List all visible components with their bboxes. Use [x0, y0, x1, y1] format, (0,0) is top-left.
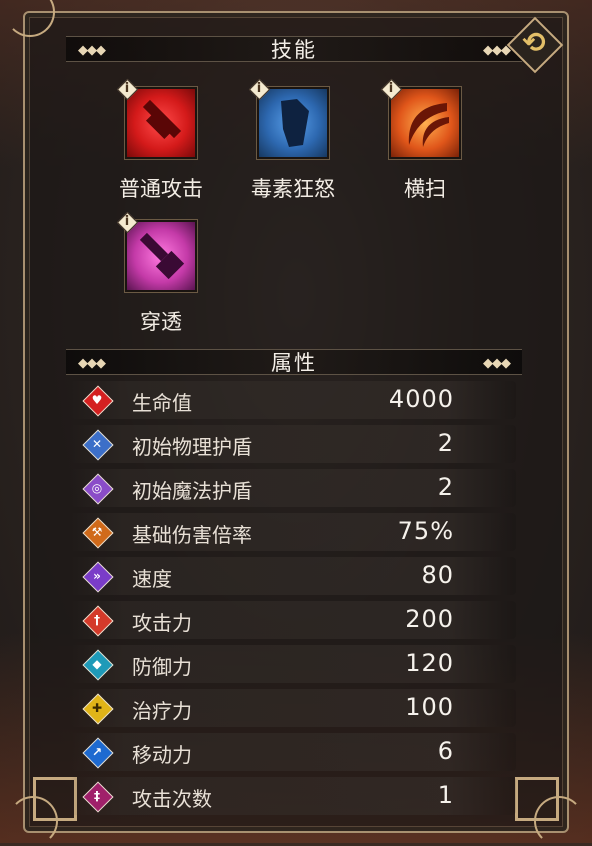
swap-arrows-icon: ⟲ [522, 26, 546, 59]
decor-dots-icon: ◆◆◆ [78, 356, 106, 371]
attr-value: 200 [405, 605, 454, 633]
attr-name: 初始物理护盾 [132, 435, 252, 459]
skill-sweep[interactable]: i 横扫 [370, 78, 480, 203]
skill-info-icon[interactable]: i [116, 78, 139, 101]
skill-normal-attack[interactable]: i 普通攻击 [106, 78, 216, 203]
decor-dots-icon: ◆◆◆ [78, 43, 106, 58]
magic-shield-icon: ◎ [82, 473, 114, 505]
attr-name: 治疗力 [132, 699, 192, 723]
skill-label: 横扫 [404, 177, 446, 201]
pierce-hammer-icon: i [116, 211, 197, 292]
attr-name: 移动力 [132, 743, 192, 767]
swap-button[interactable]: ⟲ [506, 16, 564, 74]
skill-label: 穿透 [140, 310, 182, 334]
attr-row-attack-count: ‡ 攻击次数 1 [70, 777, 516, 815]
attr-value: 80 [421, 561, 454, 589]
heart-icon: ♥ [82, 385, 114, 417]
game-background: ◆◆◆ 技能 ◆◆◆ ⟲ i 普通攻击 i 毒素狂怒 i 横扫 i 穿透 ◆◆◆… [0, 0, 592, 846]
sweep-glyph [408, 103, 449, 147]
skill-poison-fury[interactable]: i 毒素狂怒 [238, 78, 348, 203]
defense-icon: ◆ [82, 649, 114, 681]
attr-value: 120 [405, 649, 454, 677]
attr-name: 防御力 [132, 655, 192, 679]
attr-name: 基础伤害倍率 [132, 523, 252, 547]
skill-info-icon[interactable]: i [248, 78, 271, 101]
heal-icon: ✚ [82, 693, 114, 725]
sword-icon: i [116, 78, 197, 159]
attr-value: 6 [437, 737, 454, 765]
pierce-glyph [139, 232, 185, 280]
poison-claw-glyph [281, 99, 309, 147]
attr-name: 初始魔法护盾 [132, 479, 252, 503]
skill-label: 毒素狂怒 [251, 177, 335, 201]
skills-title: 技能 [271, 38, 317, 62]
attr-name: 速度 [132, 567, 172, 591]
poison-claw-icon: i [248, 78, 329, 159]
attr-value: 2 [437, 473, 454, 501]
attr-row-damage-multiplier: ⚒ 基础伤害倍率 75% [70, 513, 516, 551]
attr-row-attack: † 攻击力 200 [70, 601, 516, 639]
movement-icon: ↗ [82, 737, 114, 769]
attr-value: 75% [397, 517, 454, 545]
attr-row-speed: » 速度 80 [70, 557, 516, 595]
attr-value: 2 [437, 429, 454, 457]
attr-name: 攻击力 [132, 611, 192, 635]
attr-value: 100 [405, 693, 454, 721]
attr-row-defense: ◆ 防御力 120 [70, 645, 516, 683]
damage-multiplier-icon: ⚒ [82, 517, 114, 549]
attr-value: 4000 [388, 385, 454, 413]
attr-row-hp: ♥ 生命值 4000 [70, 381, 516, 419]
attr-row-physical-shield: ✕ 初始物理护盾 2 [70, 425, 516, 463]
attributes-title: 属性 [271, 351, 317, 375]
corner-ornament-bottom-right [515, 777, 584, 846]
speed-icon: » [82, 561, 114, 593]
skill-pierce[interactable]: i 穿透 [106, 211, 216, 336]
attr-row-heal: ✚ 治疗力 100 [70, 689, 516, 727]
attributes-header: ◆◆◆ 属性 ◆◆◆ [66, 349, 522, 375]
attack-count-icon: ‡ [82, 781, 114, 813]
attributes-list: ♥ 生命值 4000 ✕ 初始物理护盾 2 ◎ 初始魔法护盾 2 ⚒ 基础伤害倍… [70, 381, 516, 821]
skill-info-icon[interactable]: i [116, 211, 139, 234]
attr-row-magic-shield: ◎ 初始魔法护盾 2 [70, 469, 516, 507]
attr-row-movement: ↗ 移动力 6 [70, 733, 516, 771]
attack-icon: † [82, 605, 114, 637]
attr-name: 攻击次数 [132, 787, 212, 811]
physical-shield-icon: ✕ [82, 429, 114, 461]
sweep-slash-icon: i [380, 78, 461, 159]
skill-info-icon[interactable]: i [380, 78, 403, 101]
attr-name: 生命值 [132, 391, 192, 415]
decor-dots-icon: ◆◆◆ [483, 43, 511, 58]
skills-header: ◆◆◆ 技能 ◆◆◆ [66, 36, 522, 62]
decor-dots-icon: ◆◆◆ [483, 356, 511, 371]
skill-label: 普通攻击 [119, 177, 203, 201]
sword-glyph [142, 99, 182, 140]
attr-value: 1 [437, 781, 454, 809]
